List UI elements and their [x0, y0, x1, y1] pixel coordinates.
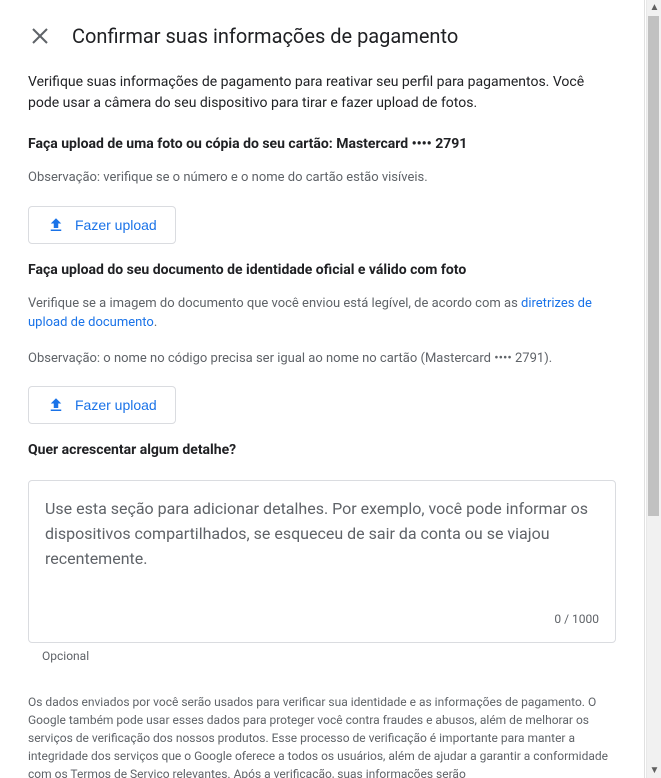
upload-button-label: Fazer upload: [75, 397, 157, 413]
card-upload-note: Observação: verifique se o número e o no…: [28, 168, 616, 188]
scrollbar-thumb[interactable]: [648, 16, 659, 516]
upload-icon: [47, 216, 65, 234]
scroll-up-arrow[interactable]: ▲: [647, 0, 661, 15]
scrollbar-track[interactable]: ▲ ▼: [646, 0, 661, 778]
textarea-placeholder: Use esta seção para adicionar detalhes. …: [45, 497, 599, 592]
upload-button-label: Fazer upload: [75, 217, 157, 233]
card-upload-button[interactable]: Fazer upload: [28, 206, 176, 244]
intro-text: Verifique suas informações de pagamento …: [28, 72, 616, 114]
upload-icon: [47, 396, 65, 414]
scroll-down-arrow[interactable]: ▼: [647, 763, 661, 778]
id-verify-suffix: .: [154, 315, 157, 330]
id-verify-prefix: Verifique se a imagem do documento que v…: [28, 296, 521, 311]
dialog-header: Confirmar suas informações de pagamento: [28, 24, 616, 48]
char-counter: 0 / 1000: [45, 612, 599, 626]
dialog-title: Confirmar suas informações de pagamento: [72, 24, 458, 48]
close-icon[interactable]: [28, 24, 52, 48]
id-verify-text: Verifique se a imagem do documento que v…: [28, 294, 616, 333]
card-upload-heading: Faça upload de uma foto ou cópia do seu …: [28, 136, 616, 152]
details-heading: Quer acrescentar algum detalhe?: [28, 442, 616, 458]
optional-label: Opcional: [42, 649, 616, 663]
id-upload-button[interactable]: Fazer upload: [28, 386, 176, 424]
legal-disclosure: Os dados enviados por você serão usados …: [28, 693, 616, 778]
id-upload-heading: Faça upload do seu documento de identida…: [28, 262, 616, 278]
payment-confirmation-dialog: Confirmar suas informações de pagamento …: [0, 0, 645, 778]
id-upload-note: Observação: o nome no código precisa ser…: [28, 349, 616, 369]
details-textarea[interactable]: Use esta seção para adicionar detalhes. …: [28, 480, 616, 643]
